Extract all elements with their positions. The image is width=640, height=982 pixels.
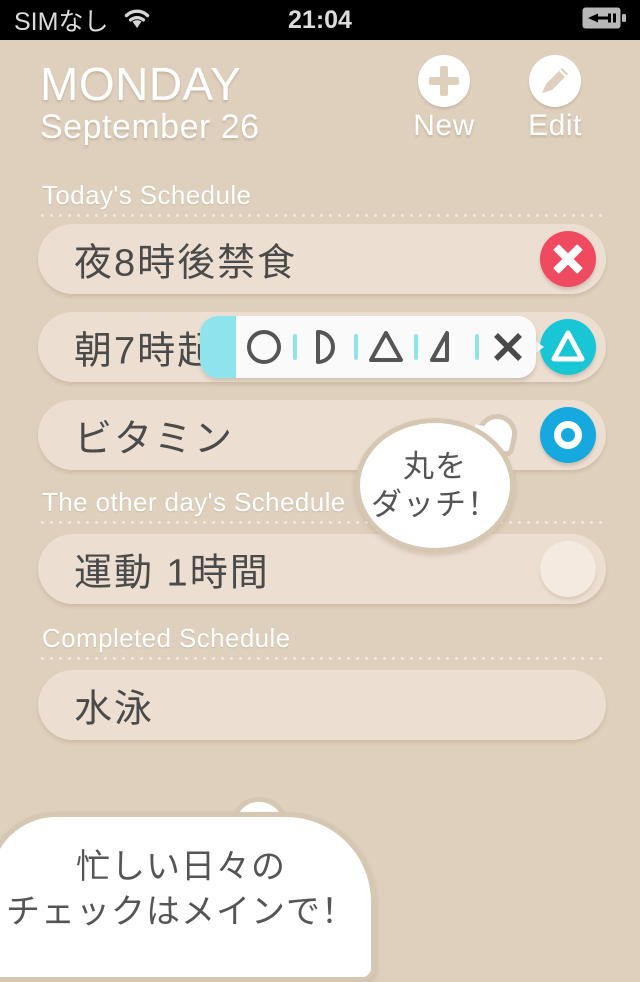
section-title-other-day: The other day's Schedule [42,487,346,517]
task-label: 運動 1時間 [74,552,270,595]
section-divider-today [38,214,606,217]
triangle-icon [368,331,403,362]
task-label: ビタミン [74,418,235,461]
cross-icon [493,333,522,361]
task-row[interactable]: 運動 1時間 [38,534,606,604]
new-button[interactable]: New [396,55,492,143]
task-label: 水泳 [74,688,155,731]
popup-option-cross[interactable] [479,316,536,378]
page-title-day: MONDAY [40,58,242,110]
popup-symbol-list [236,316,536,378]
tooltip-bubble-bottom: 忙しい日々の チェックはメインで！ [0,812,376,982]
new-button-label: New [413,109,475,142]
popup-option-half-triangle[interactable] [418,316,475,378]
page-title-date: September 26 [40,108,260,146]
battery-charging-icon [582,7,626,34]
popup-option-circle[interactable] [236,316,293,378]
task-row[interactable]: 水泳 [38,670,606,740]
popup-highlight-cap [200,316,236,378]
status-button-empty[interactable] [540,541,596,597]
section-title-completed: Completed Schedule [42,623,291,653]
tooltip-middle-line1: 丸を [403,448,467,484]
clock-label: 21:04 [288,5,352,34]
section-divider-other-day [38,521,606,524]
section-title-today: Today's Schedule [42,180,252,210]
pencil-circle-icon [529,55,581,107]
task-row[interactable]: 夜8時後禁食 [38,224,606,294]
popup-option-half-circle[interactable] [297,316,354,378]
tooltip-bottom-line1: 忙しい日々の [76,848,286,886]
status-picker-popup[interactable] [200,316,536,378]
edit-button[interactable]: Edit [507,55,603,143]
half-triangle-icon [429,331,449,362]
page-header: MONDAY September 26 New Edit [0,40,640,170]
task-row[interactable]: ビタミン [38,400,606,470]
circle-icon [554,421,582,449]
status-bar-right [582,7,626,34]
status-bar: SIMなし 21:04 [0,0,640,40]
task-label: 夜8時後禁食 [74,242,298,285]
status-button-triangle[interactable] [540,319,596,375]
tooltip-bottom-line2: チェックはメインで！ [6,892,356,931]
tooltip-bubble-middle: 丸を ダッチ！ [355,418,515,553]
popup-option-triangle[interactable] [358,316,415,378]
triangle-icon [551,330,585,362]
tooltip-middle-line2: ダッチ！ [371,486,499,522]
circle-icon [247,330,282,364]
plus-circle-icon [418,55,470,107]
status-button-cross[interactable] [540,231,596,287]
edit-button-label: Edit [528,109,582,142]
half-circle-icon [316,330,336,364]
status-button-circle[interactable] [540,407,596,463]
section-divider-completed [38,657,606,660]
cross-icon [540,231,596,287]
